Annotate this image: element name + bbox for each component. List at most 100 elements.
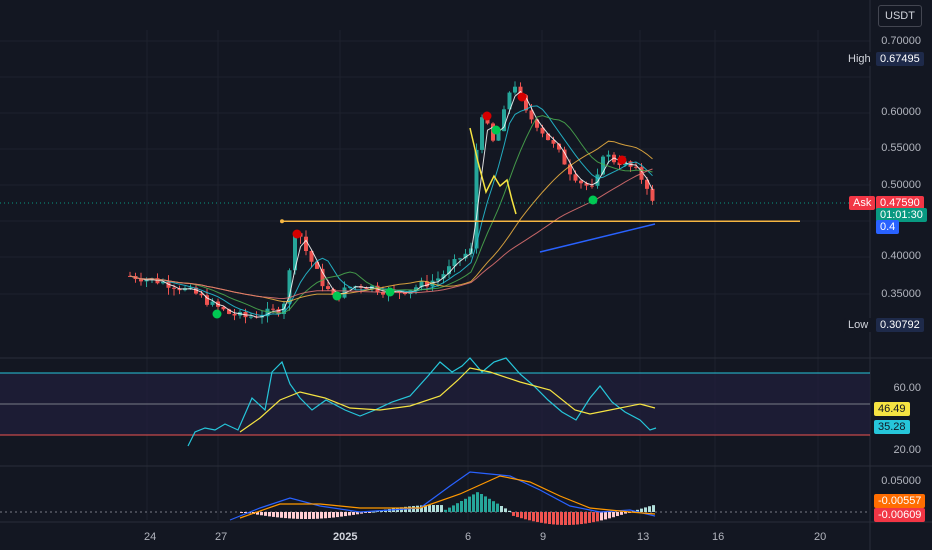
candle-body: [458, 258, 462, 260]
macd-histogram-bar: [436, 505, 439, 512]
macd-histogram-bar: [340, 512, 343, 517]
currency-selector[interactable]: USDT: [878, 5, 922, 27]
low-label: Low: [844, 318, 873, 332]
macd-histogram-bar: [484, 496, 487, 512]
macd-histogram-bar: [496, 503, 499, 512]
macd-histogram-bar: [568, 512, 571, 525]
macd-histogram-bar: [460, 501, 463, 512]
macd-histogram-bar: [268, 512, 271, 517]
macd-histogram-bar: [620, 512, 623, 515]
price-tick: 0.35000: [881, 288, 921, 300]
macd-histogram-bar: [596, 512, 599, 522]
macd-histogram-bar: [332, 512, 335, 518]
ask-label: Ask: [849, 196, 876, 210]
time-tick: 27: [215, 531, 228, 543]
macd-tick: 0.05000: [881, 475, 921, 487]
macd-histogram-bar: [416, 505, 419, 512]
candle-body: [650, 188, 655, 201]
macd-histogram-bar: [304, 512, 307, 519]
macd-histogram-bar: [328, 512, 331, 518]
macd-histogram-bar: [452, 505, 455, 512]
high-value: 0.67495: [876, 52, 924, 66]
candle-body: [304, 236, 308, 252]
macd-histogram-bar: [284, 512, 287, 519]
macd-histogram-bar: [588, 512, 591, 523]
macd-histogram-bar: [612, 512, 615, 518]
macd-histogram-bar: [296, 512, 299, 519]
low-value: 0.30792: [876, 318, 924, 332]
macd-histogram-bar: [516, 512, 519, 518]
macd-histogram-bar: [500, 506, 503, 512]
macd-histogram-bar: [580, 512, 583, 525]
macd-histogram-bar: [476, 492, 479, 512]
support-anchor: [280, 219, 284, 224]
macd-histogram-bar: [320, 512, 323, 519]
macd-histogram-bar: [440, 505, 443, 512]
macd-histogram-bar: [428, 505, 431, 512]
macd-histogram-bar: [456, 503, 459, 512]
macd-signal-line: [239, 475, 656, 519]
macd-histogram-bar: [492, 501, 495, 512]
macd-histogram-bar: [264, 512, 267, 516]
time-tick: 24: [144, 531, 157, 543]
macd-histogram-bar: [584, 512, 587, 524]
candle-body: [590, 185, 594, 187]
trading-chart[interactable]: [0, 0, 932, 550]
macd-value-1: -0.00557: [874, 494, 926, 508]
signal-dot: [491, 125, 501, 135]
macd-histogram-bar: [352, 512, 355, 515]
macd-histogram-bar: [316, 512, 319, 519]
rsi-tick: 60.00: [893, 382, 921, 394]
macd-histogram-bar: [240, 512, 243, 513]
macd-histogram-bar: [464, 498, 467, 512]
candle-body: [172, 287, 176, 289]
indicator-tag: 0.4: [876, 220, 900, 234]
macd-histogram-bar: [616, 512, 619, 517]
macd-histogram-bar: [548, 512, 551, 525]
moving-average-line: [129, 105, 653, 317]
signal-dot: [292, 229, 302, 239]
macd-histogram-bar: [508, 510, 511, 512]
macd-histogram-bar: [368, 512, 371, 513]
signal-dot: [212, 309, 222, 319]
macd-histogram-bar: [576, 512, 579, 525]
moving-average-line: [129, 90, 653, 318]
macd-histogram-bar: [520, 512, 523, 519]
macd-histogram-bar: [444, 509, 447, 512]
macd-histogram-bar: [504, 508, 507, 512]
moving-average-line: [129, 115, 653, 314]
candle-body: [474, 149, 479, 249]
macd-histogram-bar: [324, 512, 327, 519]
candle-body: [606, 154, 611, 157]
macd-histogram-bar: [432, 505, 435, 512]
macd-histogram-bar: [556, 512, 559, 525]
signal-dot: [588, 195, 598, 205]
candle-body: [579, 180, 583, 184]
time-tick: 13: [637, 531, 650, 543]
price-tick: 0.55000: [881, 142, 921, 154]
signal-dot: [332, 291, 342, 301]
candle-body: [480, 117, 484, 150]
macd-histogram-bar: [512, 512, 515, 516]
time-tick: 20: [814, 531, 827, 543]
macd-histogram-bar: [272, 512, 275, 517]
high-label: High: [844, 52, 875, 66]
signal-dot: [617, 155, 627, 165]
macd-histogram-bar: [564, 512, 567, 525]
candle-body: [513, 86, 517, 93]
macd-histogram-bar: [488, 498, 491, 512]
macd-histogram-bar: [572, 512, 575, 525]
macd-histogram-bar: [640, 508, 643, 512]
macd-histogram-bar: [472, 494, 475, 512]
price-tick: 0.50000: [881, 179, 921, 191]
time-tick: 9: [540, 531, 547, 543]
macd-histogram-bar: [528, 512, 531, 521]
macd-histogram-bar: [480, 494, 483, 512]
price-tick: 0.60000: [881, 106, 921, 118]
time-tick: 6: [465, 531, 472, 543]
signal-dot: [517, 92, 527, 102]
macd-histogram-bar: [524, 512, 527, 520]
macd-histogram-bar: [600, 512, 603, 521]
rsi-value: 35.28: [874, 420, 910, 434]
macd-histogram-bar: [308, 512, 311, 519]
